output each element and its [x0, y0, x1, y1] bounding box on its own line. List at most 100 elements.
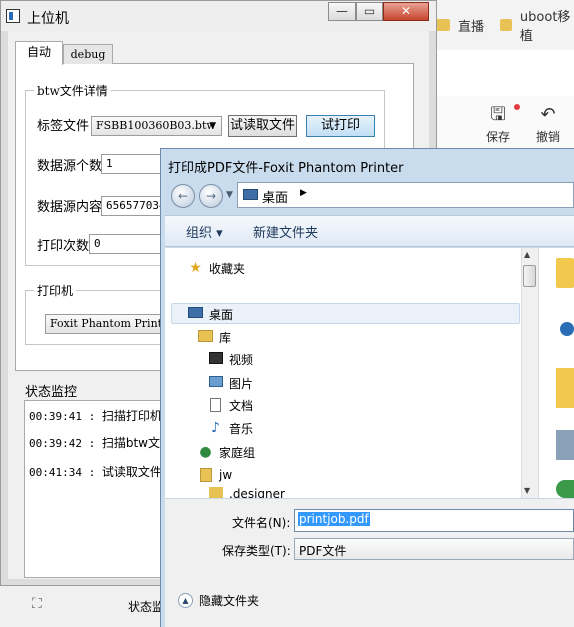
hide-folders-toggle[interactable]: ▲ 隐藏文件夹	[178, 592, 259, 609]
chevron-down-icon: ▼	[209, 121, 216, 131]
library-icon	[198, 330, 213, 344]
status-title: 状态监控	[25, 385, 78, 400]
tree-item-homegroup[interactable]: ● 家庭组	[198, 442, 255, 462]
folder-icon	[208, 487, 223, 498]
folder-icon[interactable]	[556, 368, 574, 408]
background-tab-uboot[interactable]: uboot移植	[500, 10, 574, 44]
filename-input[interactable]: printjob.pdf	[294, 509, 574, 532]
desktop-icon	[243, 189, 258, 200]
status-time: 00:39:41	[29, 410, 82, 423]
tree-item-pictures[interactable]: 图片	[208, 373, 253, 393]
tree-item-documents[interactable]: 文档	[208, 395, 253, 415]
savetype-label: 保存类型(T):	[222, 544, 291, 558]
recent-locations-button[interactable]: ▼	[226, 190, 233, 200]
save-dialog-title: 打印成PDF文件-Foxit Phantom Printer	[168, 161, 404, 176]
tree-item-label: .designer	[229, 487, 285, 498]
minimize-button[interactable]: —	[328, 2, 356, 21]
filename-label: 文件名(N):	[232, 516, 291, 530]
maximize-button[interactable]: ▭	[356, 2, 383, 21]
homegroup-icon: ●	[199, 444, 212, 460]
background-save-button[interactable]: 🖫 保存	[486, 104, 520, 145]
app-icon	[6, 9, 20, 23]
new-folder-button[interactable]: 新建文件夹	[253, 222, 318, 241]
dialog-toolbar	[165, 215, 574, 247]
close-icon: ✕	[400, 4, 412, 18]
status-line: 00:39:42 : 扫描btw文件	[29, 434, 172, 451]
folder-icon	[500, 19, 512, 31]
tree-item-label: 收藏夹	[209, 261, 246, 276]
forward-button[interactable]: →	[199, 184, 223, 208]
chevron-up-icon: ▲	[178, 593, 193, 608]
background-status-label: 状态监	[128, 600, 165, 614]
video-icon	[208, 352, 223, 366]
tree-item-designer[interactable]: .designer	[208, 487, 285, 498]
status-line: 00:39:41 : 扫描打印机并	[29, 407, 174, 424]
tab-auto[interactable]: 自动	[15, 41, 63, 65]
tree-item-label: 音乐	[229, 421, 254, 436]
read-file-button[interactable]: 试读取文件	[228, 115, 297, 137]
undo-icon: ↶	[540, 104, 556, 125]
save-label: 保存	[486, 130, 511, 144]
print-count-field[interactable]: 0	[89, 234, 171, 254]
savetype-select[interactable]: PDF文件	[294, 538, 574, 560]
close-button[interactable]: ✕	[383, 2, 429, 21]
printer-value: Foxit Phantom Printer	[50, 317, 174, 330]
app-title-bar: 上位机 — ▭ ✕	[1, 1, 436, 31]
tree-item-label: 库	[219, 330, 232, 345]
label-file-select[interactable]: FSBB100360B03.btw ▼	[91, 116, 222, 136]
network-icon[interactable]	[560, 322, 574, 336]
globe-icon[interactable]	[556, 480, 574, 498]
desktop-icon	[188, 307, 203, 321]
tree-item-label: 文档	[229, 398, 254, 413]
background-tab-label: uboot移植	[519, 10, 571, 44]
status-separator: :	[88, 466, 96, 479]
tree-item-label: 图片	[229, 376, 254, 391]
printer-group-title: 打印机	[34, 282, 77, 299]
label-file-value: FSBB100360B03.btw	[96, 119, 216, 132]
tree-item-label: 家庭组	[219, 445, 256, 460]
status-line: 00:41:34 : 试读取文件成	[29, 463, 174, 480]
background-tab-label: 直播	[458, 19, 485, 35]
test-print-button[interactable]: 试打印	[306, 115, 375, 137]
folder-icon[interactable]	[556, 258, 574, 288]
status-time: 00:39:42	[29, 437, 82, 450]
back-button[interactable]: ←	[171, 184, 195, 208]
tree-item-label: 桌面	[209, 307, 234, 322]
datasource-content-label: 数据源内容	[37, 200, 103, 215]
print-count-label: 打印次数	[37, 239, 90, 254]
maximize-icon: ▭	[363, 4, 376, 18]
background-undo-button[interactable]: ↶ 撤销	[536, 104, 560, 145]
tree-item-library[interactable]: 库	[198, 327, 231, 347]
organize-button[interactable]: 组织 ▾	[186, 222, 223, 241]
notification-dot	[514, 104, 520, 110]
tree-item-videos[interactable]: 视频	[208, 349, 253, 369]
background-tab-live[interactable]: 直播	[436, 12, 484, 38]
tree-item-jw[interactable]: jw	[198, 465, 232, 485]
move-icon: ⛶	[32, 596, 42, 612]
tree-item-desktop[interactable]: 桌面	[188, 304, 233, 324]
folder-icon	[436, 19, 450, 31]
printer-select[interactable]: Foxit Phantom Printer	[45, 314, 175, 334]
chevron-down-icon: ▼	[226, 190, 233, 200]
scroll-up-icon[interactable]: ▲	[524, 250, 530, 259]
picture-icon	[208, 376, 223, 390]
arrow-right-icon: →	[205, 189, 217, 203]
status-separator: :	[88, 437, 96, 450]
btw-group-title: btw文件详情	[34, 82, 111, 99]
minimize-icon: —	[336, 4, 348, 18]
undo-label: 撤销	[536, 130, 561, 144]
music-icon: ♪	[211, 420, 220, 436]
save-icon: 🖫	[490, 104, 506, 125]
tree-item-favorites[interactable]: ★ 收藏夹	[188, 258, 245, 278]
address-breadcrumb[interactable]: 桌面	[262, 187, 288, 206]
app-title: 上位机	[27, 11, 69, 27]
scrollbar-thumb[interactable]	[523, 265, 536, 287]
tab-debug[interactable]: debug	[63, 44, 113, 64]
star-icon: ★	[189, 260, 202, 276]
tree-item-music[interactable]: ♪ 音乐	[208, 418, 253, 438]
scroll-down-icon[interactable]: ▼	[524, 486, 530, 495]
chevron-right-icon[interactable]: ▶	[300, 188, 307, 198]
datasource-count-label: 数据源个数	[37, 159, 103, 174]
computer-icon[interactable]	[556, 430, 574, 460]
document-icon	[208, 398, 223, 412]
